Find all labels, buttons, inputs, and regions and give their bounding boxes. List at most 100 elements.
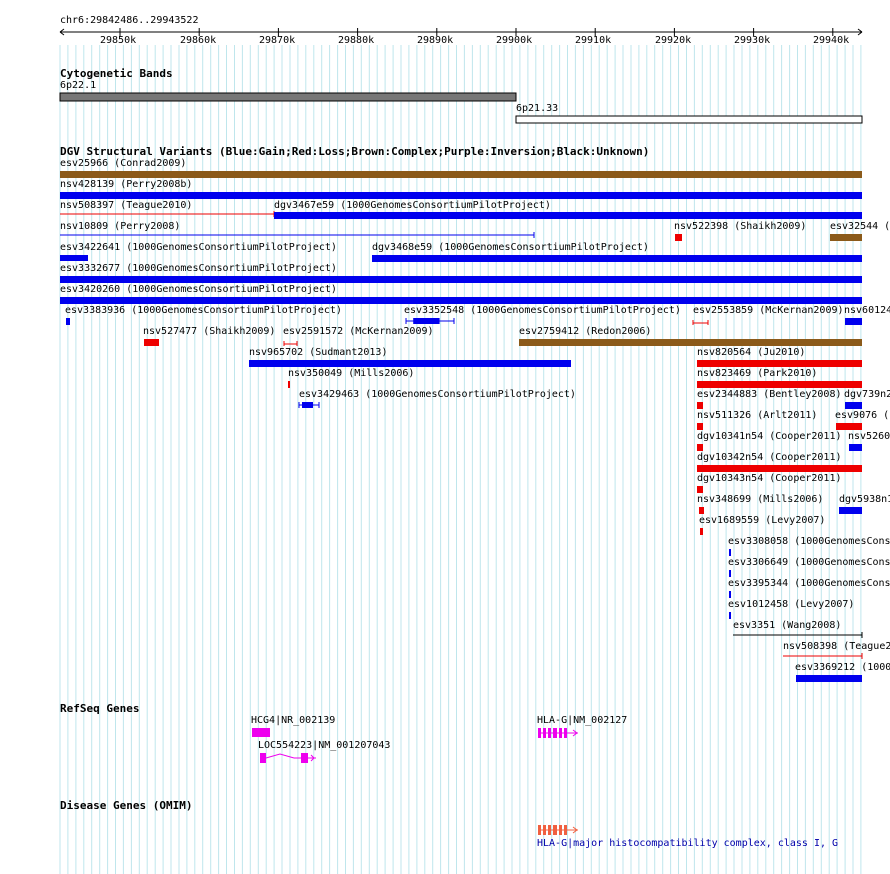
variant-label[interactable]: nsv10809 (Perry2008) xyxy=(60,221,180,233)
tick-label: 29930k xyxy=(734,35,771,46)
variant-label[interactable]: nsv965702 (Sudmant2013) xyxy=(249,347,387,359)
variant-bar-complex[interactable] xyxy=(830,234,862,241)
variant-label[interactable]: esv3383936 (1000GenomesConsortiumPilotPr… xyxy=(65,305,342,317)
variant-bar-gain[interactable] xyxy=(60,255,88,261)
variant-bar-loss[interactable] xyxy=(697,381,862,388)
variant-bar-gain[interactable] xyxy=(729,570,731,577)
variant-bar-gain[interactable] xyxy=(60,276,862,283)
variant-bar-loss[interactable] xyxy=(675,234,682,241)
variant-label[interactable]: nsv508397 (Teague2010) xyxy=(60,200,192,212)
variant-bar-gain[interactable] xyxy=(66,318,70,325)
gene-label[interactable]: LOC554223|NM_001207043 xyxy=(258,740,390,752)
variant-bar-gain[interactable] xyxy=(405,318,455,324)
variant-label[interactable]: esv3395344 (1000GenomesCons xyxy=(728,578,890,590)
variant-label[interactable]: esv3332677 (1000GenomesConsortiumPilotPr… xyxy=(60,263,337,275)
variant-label[interactable]: nsv348699 (Mills2006) xyxy=(697,494,823,506)
variant-label[interactable]: dgv5938n1 xyxy=(839,494,890,506)
variant-label[interactable]: dgv10343n54 (Cooper2011) xyxy=(697,473,842,485)
variant-label[interactable]: nsv350049 (Mills2006) xyxy=(288,368,414,380)
variant-label[interactable]: esv3429463 (1000GenomesConsortiumPilotPr… xyxy=(299,389,576,401)
variant-label[interactable]: esv3308058 (1000GenomesCons xyxy=(728,536,890,548)
tick-label: 29870k xyxy=(259,35,296,46)
track-title-refseq: RefSeq Genes xyxy=(60,702,140,715)
variant-label[interactable]: esv2759412 (Redon2006) xyxy=(519,326,651,338)
variant-label[interactable]: esv3422641 (1000GenomesConsortiumPilotPr… xyxy=(60,242,337,254)
variant-label[interactable]: esv3351 (Wang2008) xyxy=(733,620,841,632)
cytoband-6p21-33[interactable] xyxy=(515,115,863,124)
variant-bar-loss[interactable] xyxy=(692,320,709,325)
variant-label[interactable]: dgv3467e59 (1000GenomesConsortiumPilotPr… xyxy=(274,200,551,212)
variant-bar-loss[interactable] xyxy=(836,423,862,430)
variant-bar-gain[interactable] xyxy=(849,444,862,451)
variant-label[interactable]: esv3369212 (1000 xyxy=(795,662,890,674)
variant-bar-gain[interactable] xyxy=(372,255,862,262)
variant-label[interactable]: esv2553859 (McKernan2009) xyxy=(693,305,844,317)
variant-label[interactable]: esv2344883 (Bentley2008) xyxy=(697,389,842,401)
variant-label[interactable]: dgv739n2 xyxy=(844,389,890,401)
variant-bar-gain[interactable] xyxy=(839,507,862,514)
variant-bar-gain[interactable] xyxy=(729,612,731,619)
variant-label[interactable]: esv3420260 (1000GenomesConsortiumPilotPr… xyxy=(60,284,337,296)
gene-label[interactable]: HLA-G|NM_002127 xyxy=(537,715,627,727)
variant-label[interactable]: esv3306649 (1000GenomesCons xyxy=(728,557,890,569)
variant-bar-loss[interactable] xyxy=(697,423,703,430)
variant-bar-gain[interactable] xyxy=(845,402,862,409)
variant-label[interactable]: nsv428139 (Perry2008b) xyxy=(60,179,192,191)
variant-label[interactable]: nsv823469 (Park2010) xyxy=(697,368,817,380)
variant-label[interactable]: nsv511326 (Arlt2011) xyxy=(697,410,817,422)
gene-hcg4[interactable] xyxy=(252,728,270,737)
variant-bar-gain[interactable] xyxy=(60,192,862,199)
variant-bar-gain[interactable] xyxy=(298,402,320,408)
variant-label[interactable]: esv25966 (Conrad2009) xyxy=(60,158,186,170)
omim-label[interactable]: HLA-G|major histocompatibility complex, … xyxy=(537,838,838,850)
variant-bar-gain[interactable] xyxy=(729,591,731,598)
variant-bar-loss[interactable] xyxy=(697,465,862,472)
variant-bar-loss[interactable] xyxy=(699,507,704,514)
variant-label[interactable]: nsv527477 (Shaikh2009) xyxy=(143,326,275,338)
variant-bar-gain[interactable] xyxy=(274,212,862,219)
gene-hla-g[interactable] xyxy=(538,728,578,738)
variant-bar-gain[interactable] xyxy=(845,318,862,325)
variant-bar-unknown[interactable] xyxy=(733,632,863,638)
variant-bar-loss[interactable] xyxy=(697,444,703,451)
track-title-dgv: DGV Structural Variants (Blue:Gain;Red:L… xyxy=(60,145,650,158)
cytoband-label: 6p21.33 xyxy=(516,103,559,114)
variant-label[interactable]: nsv508398 (Teague2 xyxy=(783,641,890,653)
variant-label[interactable]: esv1689559 (Levy2007) xyxy=(699,515,825,527)
variant-bar-loss[interactable] xyxy=(288,381,290,388)
variant-label[interactable]: esv3352548 (1000GenomesConsortiumPilotPr… xyxy=(404,305,681,317)
cytoband-6p22-1[interactable] xyxy=(59,92,517,102)
variant-label[interactable]: nsv60124 xyxy=(844,305,890,317)
variant-bar-gain[interactable] xyxy=(60,297,862,304)
variant-bar-loss[interactable] xyxy=(283,341,298,346)
variant-label[interactable]: esv32544 ( xyxy=(830,221,890,233)
tick-label: 29920k xyxy=(655,35,692,46)
variant-label[interactable]: dgv3468e59 (1000GenomesConsortiumPilotPr… xyxy=(372,242,649,254)
variant-bar-complex[interactable] xyxy=(60,171,862,178)
variant-bar-gain[interactable] xyxy=(729,549,731,556)
variant-label[interactable]: esv1012458 (Levy2007) xyxy=(728,599,854,611)
variant-bar-loss[interactable] xyxy=(697,486,703,493)
tick-label: 29880k xyxy=(338,35,375,46)
tick-label: 29890k xyxy=(417,35,454,46)
variant-label[interactable]: esv9076 ( xyxy=(835,410,889,422)
variant-bar-gain[interactable] xyxy=(796,675,862,682)
omim-gene-hla-g[interactable] xyxy=(538,825,578,835)
variant-label[interactable]: nsv522398 (Shaikh2009) xyxy=(674,221,806,233)
tick-label: 29850k xyxy=(100,35,137,46)
gene-loc554223[interactable] xyxy=(260,753,316,763)
variant-label[interactable]: esv2591572 (McKernan2009) xyxy=(283,326,434,338)
variant-bar-loss[interactable] xyxy=(144,339,159,346)
variant-label[interactable]: dgv10342n54 (Cooper2011) xyxy=(697,452,842,464)
gene-label[interactable]: HCG4|NR_002139 xyxy=(251,715,335,727)
variant-bar-loss[interactable] xyxy=(783,653,863,659)
variant-bar-complex[interactable] xyxy=(519,339,862,346)
variant-label[interactable]: nsv5260 xyxy=(848,431,890,443)
variant-bar-loss[interactable] xyxy=(697,360,862,367)
tick-label: 29860k xyxy=(180,35,217,46)
variant-label[interactable]: dgv10341n54 (Cooper2011) xyxy=(697,431,842,443)
variant-bar-loss[interactable] xyxy=(700,528,703,535)
variant-bar-gain[interactable] xyxy=(249,360,571,367)
variant-label[interactable]: nsv820564 (Ju2010) xyxy=(697,347,805,359)
variant-bar-loss[interactable] xyxy=(697,402,703,409)
